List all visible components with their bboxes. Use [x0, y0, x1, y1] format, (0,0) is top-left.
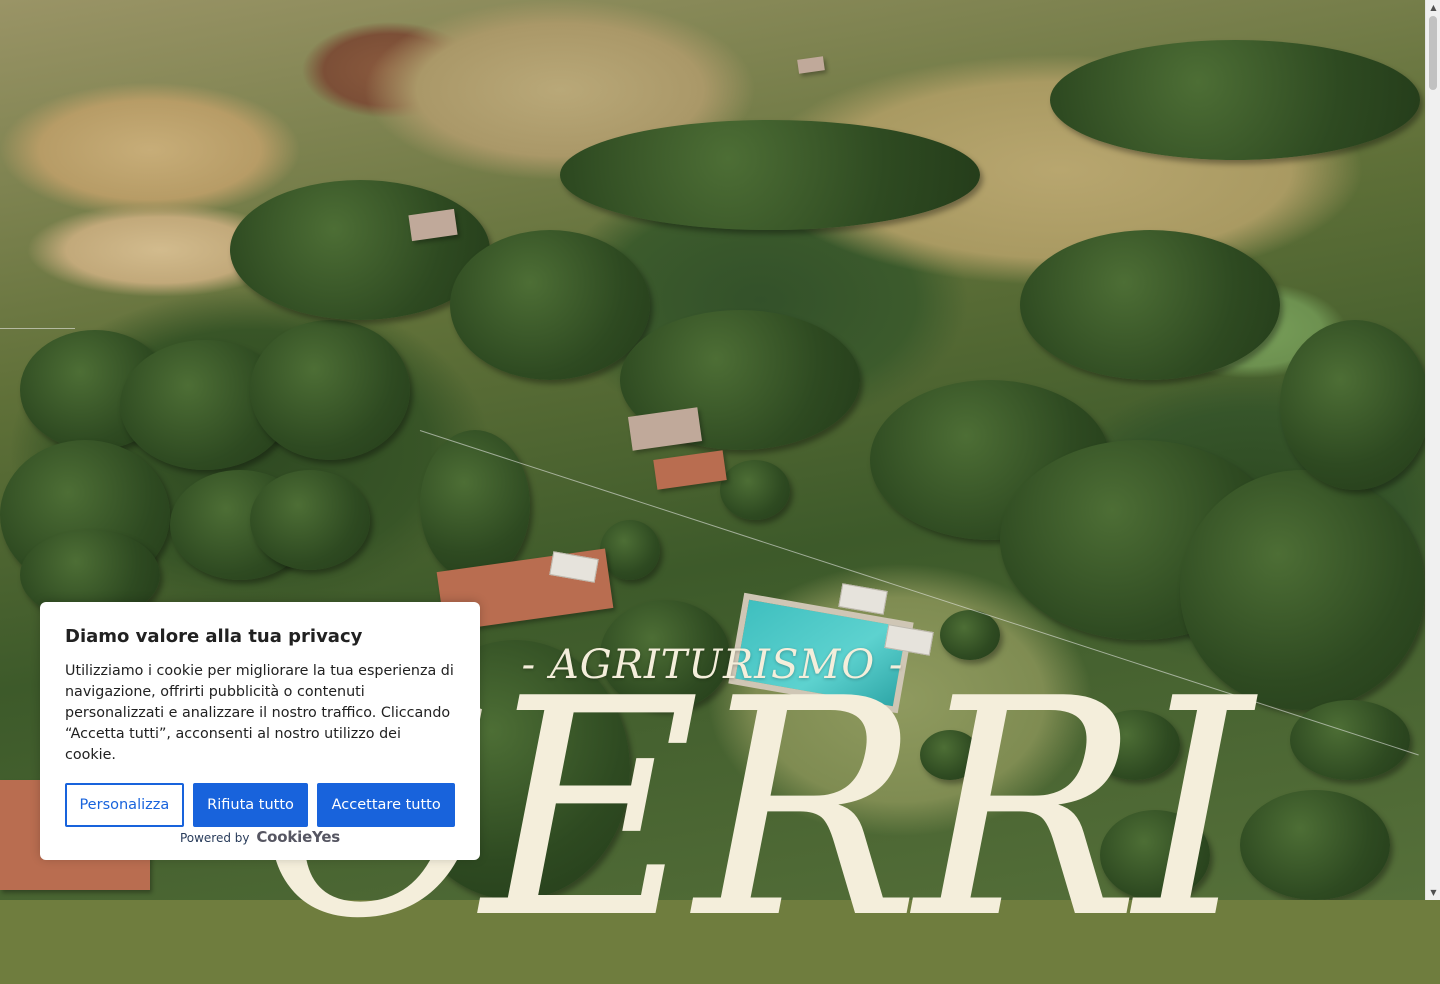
tree [1050, 40, 1420, 160]
page-scrollbar[interactable]: ▲ ▼ [1425, 0, 1440, 900]
scrollbar-thumb[interactable] [1429, 16, 1437, 90]
tree [1280, 320, 1425, 490]
tree [720, 460, 790, 520]
powered-by-label: Powered by [179, 831, 250, 845]
accept-all-button[interactable]: Accettare tutto [317, 783, 455, 827]
tree [450, 230, 650, 380]
scroll-up-icon[interactable]: ▲ [1426, 0, 1440, 15]
tree [560, 120, 980, 230]
tree [1020, 230, 1280, 380]
cookieyes-logo[interactable]: CookieYes [256, 828, 340, 846]
tree [250, 470, 370, 570]
tree [600, 520, 660, 580]
scroll-down-icon[interactable]: ▼ [1426, 885, 1440, 900]
farmhouse-roof [797, 56, 825, 74]
farmhouse-roof [653, 450, 727, 490]
powered-by: Powered by CookieYes [40, 828, 480, 846]
customize-button[interactable]: Personalizza [65, 783, 184, 827]
reject-all-button[interactable]: Rifiuta tutto [192, 783, 309, 827]
cookie-button-row: Personalizza Rifiuta tutto Accettare tut… [65, 783, 455, 827]
cookie-consent-banner: Diamo valore alla tua privacy Utilizziam… [40, 602, 480, 860]
tree [420, 430, 530, 580]
tree [250, 320, 410, 460]
power-line [0, 328, 75, 329]
cookie-title: Diamo valore alla tua privacy [65, 626, 363, 647]
cookie-description: Utilizziamo i cookie per migliorare la t… [65, 663, 454, 763]
